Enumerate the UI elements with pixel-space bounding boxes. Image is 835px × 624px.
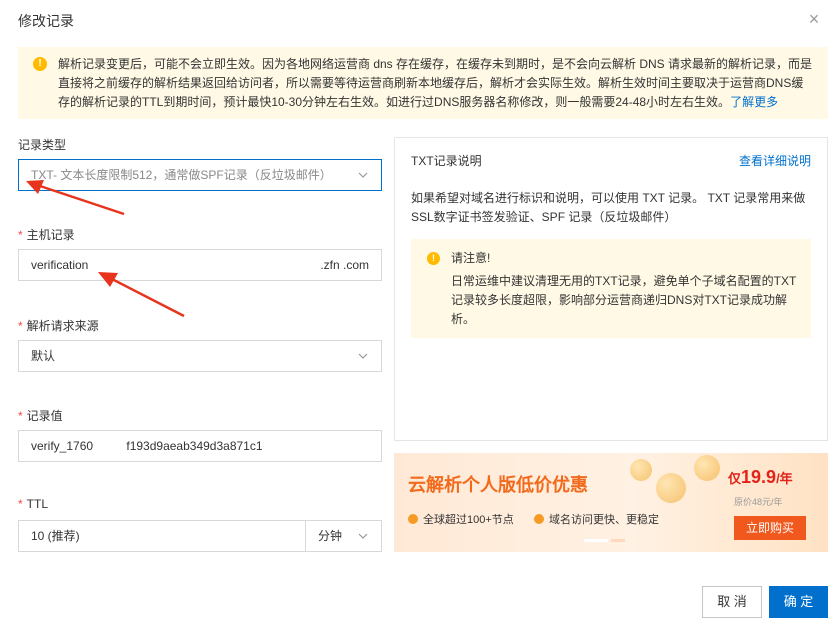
view-details-link[interactable]: 查看详细说明 bbox=[739, 152, 811, 169]
warning-icon: ! bbox=[427, 252, 440, 265]
promo-feature-1: 全球超过100+节点 bbox=[408, 511, 514, 527]
learn-more-link[interactable]: 了解更多 bbox=[730, 95, 778, 109]
annotation-arrow-icon bbox=[26, 180, 125, 216]
source-value: 默认 bbox=[31, 349, 56, 363]
original-price: 原价48元/年 bbox=[734, 497, 783, 507]
source-select[interactable]: 默认 bbox=[18, 340, 382, 372]
chevron-down-icon bbox=[358, 172, 368, 178]
promo-price: 仅19.9/年 bbox=[728, 467, 793, 487]
warning-icon: ! bbox=[33, 57, 47, 71]
record-value-input[interactable]: verify_1760 f193d9aeab349d3a871c1 bbox=[18, 430, 382, 462]
host-value: verification bbox=[31, 258, 89, 272]
ttl-unit-select[interactable]: 分钟 bbox=[305, 520, 382, 552]
coin-decoration bbox=[630, 459, 652, 481]
notice-text: 解析记录变更后，可能不会立即生效。因为各地网络运营商 dns 存在缓存，在缓存未… bbox=[58, 57, 813, 109]
record-value-label: * 记录值 bbox=[18, 409, 63, 423]
tip-title: 请注意! bbox=[451, 251, 491, 265]
dialog-title: 修改记录 bbox=[18, 13, 74, 29]
close-icon[interactable]: × bbox=[805, 10, 823, 28]
promo-banner[interactable]: 云解析个人版低价优惠 全球超过100+节点 域名访问更快、更稳定 仅19.9/年… bbox=[394, 453, 828, 552]
ttl-label: * TTL bbox=[18, 497, 49, 511]
check-badge-icon bbox=[534, 514, 544, 524]
carousel-dot-active[interactable] bbox=[584, 539, 608, 542]
tip-box: ! 请注意! 日常运维中建议清理无用的TXT记录，避免单个子域名配置的TXT记录… bbox=[411, 239, 811, 338]
chevron-down-icon bbox=[358, 533, 368, 539]
carousel-dot[interactable] bbox=[611, 539, 625, 542]
domain-suffix: .zfn .com bbox=[320, 258, 369, 272]
promo-title: 云解析个人版低价优惠 bbox=[408, 475, 588, 495]
cancel-button[interactable]: 取 消 bbox=[702, 586, 762, 618]
host-label: * 主机记录 bbox=[18, 228, 75, 242]
chevron-down-icon bbox=[358, 353, 368, 359]
host-input[interactable]: verification .zfn .com bbox=[18, 249, 382, 281]
coin-decoration bbox=[656, 473, 686, 503]
source-label: * 解析请求来源 bbox=[18, 319, 99, 333]
txt-info-panel: TXT记录说明 查看详细说明 如果希望对域名进行标识和说明，可以使用 TXT 记… bbox=[394, 137, 828, 441]
annotation-arrow-icon bbox=[98, 272, 185, 318]
record-value-text: verify_1760 f193d9aeab349d3a871c1 bbox=[31, 439, 263, 453]
promo-feature-2: 域名访问更快、更稳定 bbox=[534, 511, 659, 527]
confirm-button[interactable]: 确 定 bbox=[769, 586, 828, 618]
tip-body: 日常运维中建议清理无用的TXT记录，避免单个子域名配置的TXT记录较多长度超限，… bbox=[451, 274, 797, 326]
ttl-input[interactable]: 10 (推荐) bbox=[18, 520, 306, 552]
side-desc: 如果希望对域名进行标识和说明，可以使用 TXT 记录。 TXT 记录常用来做 S… bbox=[411, 191, 806, 224]
record-type-label: 记录类型 bbox=[18, 138, 67, 152]
buy-now-button[interactable]: 立即购买 bbox=[734, 516, 806, 540]
notice-banner: ! 解析记录变更后，可能不会立即生效。因为各地网络运营商 dns 存在缓存，在缓… bbox=[18, 47, 828, 119]
coin-decoration bbox=[694, 455, 720, 481]
check-badge-icon bbox=[408, 514, 418, 524]
